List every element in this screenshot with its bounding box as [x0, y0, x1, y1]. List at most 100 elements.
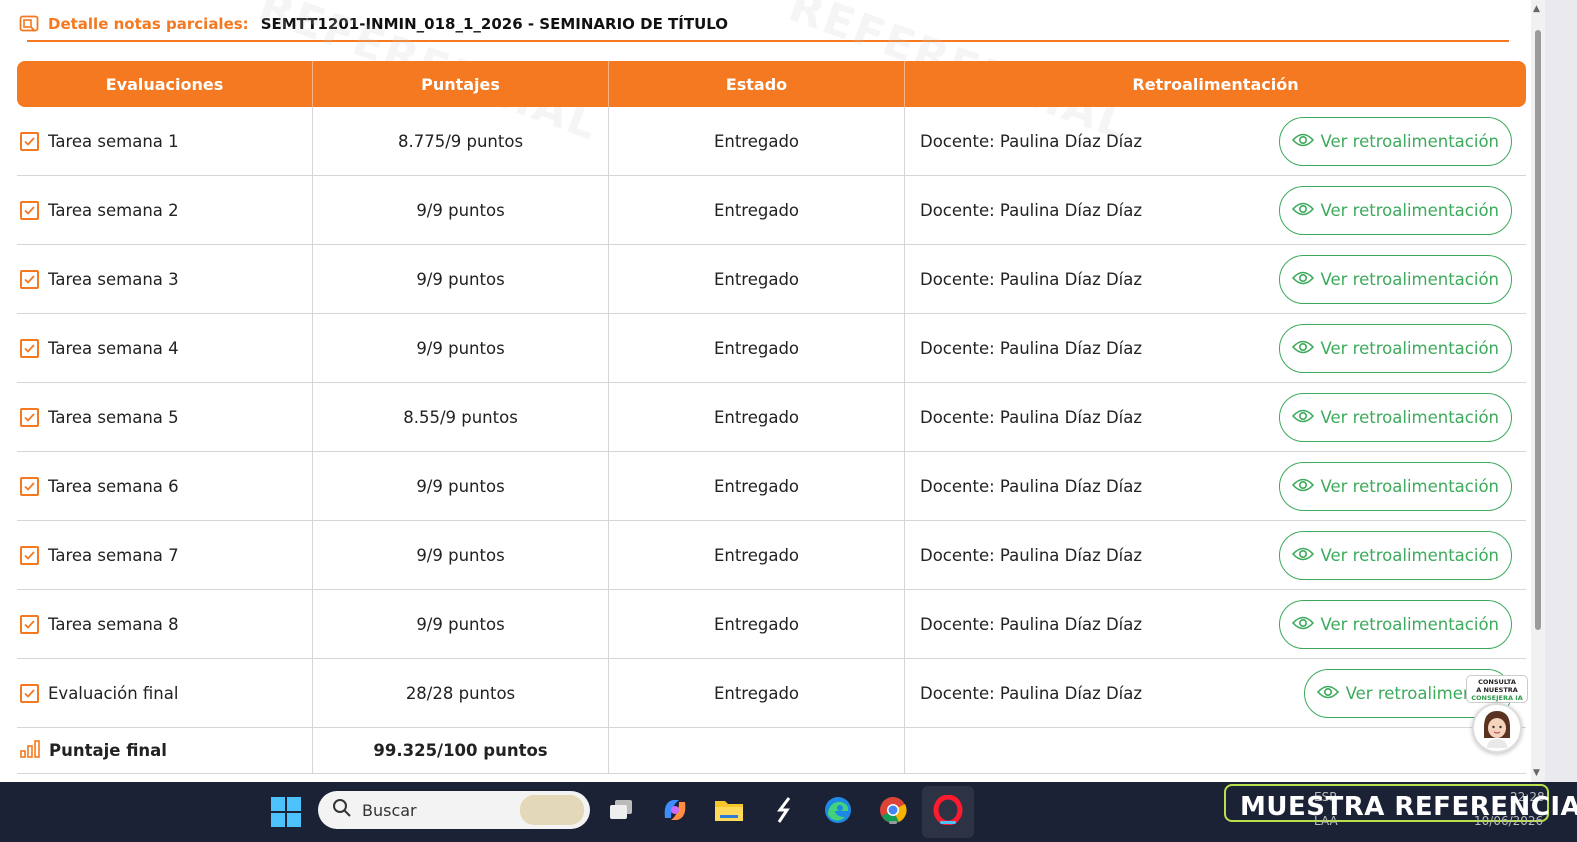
- column-header-estado: Estado: [609, 61, 905, 107]
- table-row: Tarea semana 1 8.775/9 puntos Entregado …: [17, 107, 1526, 176]
- edge-browser-icon[interactable]: [822, 794, 854, 826]
- eye-icon: [1291, 615, 1314, 634]
- scroll-down-icon[interactable]: ▼: [1533, 768, 1540, 778]
- opera-browser-icon[interactable]: [932, 794, 964, 826]
- score-cell: 9/9 puntos: [313, 245, 609, 314]
- vertical-scrollbar[interactable]: ▲ ▼: [1531, 0, 1545, 782]
- evaluation-name: Tarea semana 2: [48, 200, 179, 220]
- eye-icon: [1291, 477, 1314, 496]
- final-score-label: Puntaje final: [49, 741, 167, 760]
- table-row: Tarea semana 2 9/9 puntos Entregado Doce…: [17, 176, 1526, 245]
- score-cell: 9/9 puntos: [313, 314, 609, 383]
- evaluation-name: Evaluación final: [48, 683, 179, 703]
- copilot-icon[interactable]: [659, 794, 691, 826]
- view-feedback-button[interactable]: Ver retroalimentación: [1278, 599, 1512, 649]
- view-feedback-label: Ver retroalimentación: [1320, 269, 1500, 289]
- eye-icon: [1291, 201, 1314, 220]
- ai-counselor-bubble: CONSULTA A NUESTRA CONSEJERA IA: [1466, 675, 1528, 703]
- state-cell: Entregado: [609, 590, 905, 659]
- checkbox-checked-icon: [20, 614, 39, 634]
- state-cell: Entregado: [609, 176, 905, 245]
- column-header-puntajes: Puntajes: [313, 61, 609, 107]
- checkbox-checked-icon: [20, 683, 39, 703]
- table-row: Tarea semana 8 9/9 puntos Entregado Doce…: [17, 590, 1526, 659]
- clock-date[interactable]: 10/06/2026: [1474, 814, 1543, 828]
- assistant-line: CONSULTA: [1478, 678, 1516, 686]
- view-feedback-label: Ver retroalimentación: [1320, 476, 1500, 496]
- checkbox-checked-icon: [20, 407, 39, 427]
- scrollbar-thumb[interactable]: [1535, 30, 1541, 630]
- assistant-line: CONSEJERA IA: [1471, 694, 1523, 702]
- state-cell: Entregado: [609, 659, 905, 728]
- empty-cell: [905, 728, 1526, 774]
- eye-icon: [1291, 339, 1314, 358]
- teacher-name: Docente: Paulina Díaz Díaz: [920, 269, 1143, 289]
- teacher-name: Docente: Paulina Díaz Díaz: [920, 200, 1143, 220]
- table-header-row: Evaluaciones Puntajes Estado Retroalimen…: [17, 61, 1526, 107]
- view-feedback-label: Ver retroalimentación: [1320, 545, 1500, 565]
- ai-counselor-avatar-icon[interactable]: [1472, 703, 1522, 753]
- state-cell: Entregado: [609, 521, 905, 590]
- view-feedback-button[interactable]: Ver retroalimentación: [1278, 530, 1512, 580]
- eye-icon: [1291, 546, 1314, 565]
- column-header-retroalimentacion: Retroalimentación: [905, 61, 1526, 107]
- state-cell: Entregado: [609, 107, 905, 176]
- course-title: SEMTT1201-INMIN_018_1_2026 - SEMINARIO D…: [260, 15, 729, 33]
- view-feedback-button[interactable]: Ver retroalimentación: [1278, 254, 1512, 304]
- evaluation-name: Tarea semana 4: [48, 338, 179, 358]
- search-placeholder: Buscar: [362, 800, 417, 820]
- ai-counselor-widget[interactable]: CONSULTA A NUESTRA CONSEJERA IA: [1466, 675, 1528, 755]
- table-row: Tarea semana 6 9/9 puntos Entregado Doce…: [17, 452, 1526, 521]
- view-feedback-label: Ver retroalimentación: [1320, 614, 1500, 634]
- view-feedback-button[interactable]: Ver retroalimentación: [1278, 185, 1512, 235]
- final-score-value: 99.325/100 puntos: [313, 728, 609, 774]
- evaluation-name: Tarea semana 7: [48, 545, 179, 565]
- view-feedback-label: Ver retroalimentación: [1320, 407, 1500, 427]
- header-divider: [27, 40, 1509, 42]
- assistant-line: A NUESTRA: [1476, 686, 1518, 694]
- view-feedback-button[interactable]: Ver retroalimentación: [1278, 323, 1512, 373]
- view-feedback-button[interactable]: Ver retroalimentación: [1278, 392, 1512, 442]
- taskbar-search[interactable]: Buscar: [318, 791, 590, 829]
- windows-start-icon[interactable]: [270, 796, 302, 828]
- view-feedback-label: Ver retroalimentación: [1320, 200, 1500, 220]
- eye-icon: [1291, 132, 1314, 151]
- score-cell: 8.55/9 puntos: [313, 383, 609, 452]
- final-score-row: Puntaje final 99.325/100 puntos: [17, 728, 1526, 774]
- running-indicator: [889, 821, 897, 824]
- score-cell: 28/28 puntos: [313, 659, 609, 728]
- file-explorer-icon[interactable]: [713, 794, 745, 826]
- teacher-name: Docente: Paulina Díaz Díaz: [920, 407, 1143, 427]
- teacher-name: Docente: Paulina Díaz Díaz: [920, 338, 1143, 358]
- chrome-browser-icon[interactable]: [877, 794, 909, 826]
- view-feedback-button[interactable]: Ver retroalimentación: [1278, 116, 1512, 166]
- checkbox-checked-icon: [20, 476, 39, 496]
- table-row: Tarea semana 5 8.55/9 puntos Entregado D…: [17, 383, 1526, 452]
- search-highlight-illustration: [520, 795, 584, 825]
- task-view-icon[interactable]: [605, 794, 637, 826]
- checkbox-checked-icon: [20, 200, 39, 220]
- view-feedback-button[interactable]: Ver retroalimentación: [1278, 461, 1512, 511]
- state-cell: Entregado: [609, 383, 905, 452]
- page-header: Detalle notas parciales: SEMTT1201-INMIN…: [18, 10, 728, 38]
- bar-chart-icon: [20, 739, 40, 762]
- scroll-up-icon[interactable]: ▲: [1533, 4, 1540, 14]
- evaluation-name: Tarea semana 5: [48, 407, 179, 427]
- view-feedback-label: Ver retroalimentación: [1320, 131, 1500, 151]
- score-cell: 9/9 puntos: [313, 176, 609, 245]
- score-cell: 9/9 puntos: [313, 590, 609, 659]
- active-indicator: [940, 821, 956, 824]
- teacher-name: Docente: Paulina Díaz Díaz: [920, 683, 1143, 703]
- teacher-name: Docente: Paulina Díaz Díaz: [920, 476, 1143, 496]
- evaluation-name: Tarea semana 8: [48, 614, 179, 634]
- keyboard-layout-indicator[interactable]: LAA: [1314, 814, 1338, 828]
- checkbox-checked-icon: [20, 545, 39, 565]
- taskbar: Buscar ESP 22:28 MUESTRA REFERENCIAL LAA…: [0, 782, 1577, 842]
- evaluation-name: Tarea semana 1: [48, 131, 179, 151]
- evaluation-name: Tarea semana 6: [48, 476, 179, 496]
- evaluation-name: Tarea semana 3: [48, 269, 179, 289]
- score-cell: 8.775/9 puntos: [313, 107, 609, 176]
- table-row: Tarea semana 3 9/9 puntos Entregado Doce…: [17, 245, 1526, 314]
- state-cell: Entregado: [609, 314, 905, 383]
- app-s-icon[interactable]: [768, 794, 800, 826]
